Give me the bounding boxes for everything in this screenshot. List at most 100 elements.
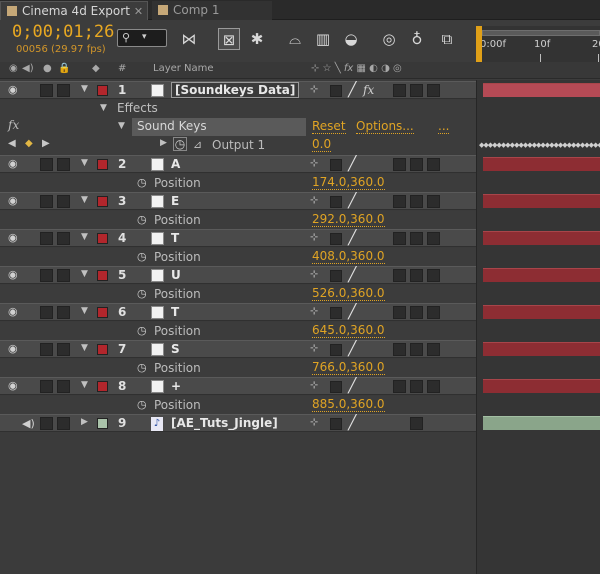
output-1-row[interactable]: ◀ ◆ ▶ ▶ ◷ ⊿ Output 1 0.0 [0, 136, 476, 154]
3d-switch[interactable] [427, 343, 440, 356]
position-value[interactable]: 645.0,360.0 [312, 324, 385, 338]
current-timecode[interactable]: 0;00;01;26 [12, 22, 114, 42]
lock-switch[interactable] [57, 343, 70, 356]
collapse-switch[interactable] [330, 381, 342, 393]
playhead[interactable] [476, 26, 482, 62]
collapse-switch[interactable] [330, 307, 342, 319]
collapse-switch[interactable] [330, 85, 342, 97]
position-value[interactable]: 408.0,360.0 [312, 250, 385, 264]
motion-blur-switch[interactable] [393, 232, 406, 245]
tab-comp-1[interactable]: Comp 1 [152, 1, 272, 20]
layer-duration-bar[interactable] [483, 342, 600, 356]
layer-row-4[interactable]: ◉ ▼ 4 T ⊹ ╱ [0, 229, 476, 247]
layer-row-1[interactable]: ◉ ▼ 1 [Soundkeys Data] ⊹ ╱ fx [0, 81, 476, 99]
layer-duration-bar[interactable] [483, 157, 600, 171]
layer-row-3[interactable]: ◉ ▼ 3 E ⊹ ╱ [0, 192, 476, 210]
layer-duration-bar[interactable] [483, 83, 600, 97]
layer-name[interactable]: + [171, 379, 181, 393]
label-color[interactable] [97, 159, 108, 170]
twirl-down-icon[interactable]: ▼ [81, 158, 88, 168]
solo-switch[interactable] [40, 158, 53, 171]
layer-name[interactable]: [Soundkeys Data] [171, 82, 300, 98]
motion-blur-switch[interactable] [393, 343, 406, 356]
label-color[interactable] [97, 307, 108, 318]
search-input[interactable] [152, 31, 164, 45]
work-area-bar[interactable] [482, 30, 600, 36]
twirl-down-icon[interactable]: ▼ [81, 84, 88, 94]
close-icon[interactable]: ✕ [134, 5, 143, 18]
shy-icon[interactable]: ⊹ [310, 84, 318, 95]
twirl-down-icon[interactable]: ▼ [81, 269, 88, 279]
3d-switch[interactable] [427, 269, 440, 282]
layer-row-5[interactable]: ◉ ▼ 5 U ⊹ ╱ [0, 266, 476, 284]
solo-switch[interactable] [40, 232, 53, 245]
position-row-8[interactable]: ◷ Position 885.0,360.0 [0, 396, 476, 414]
layer-name-column[interactable]: Layer Name [153, 63, 214, 74]
lock-switch[interactable] [57, 380, 70, 393]
effect-fx-icon[interactable]: fx [8, 118, 19, 132]
effects-group-row[interactable]: ▼ Effects [0, 100, 476, 118]
next-keyframe-icon[interactable]: ▶ [42, 138, 50, 149]
layer-name[interactable]: E [171, 194, 179, 208]
keyframe-diamonds[interactable]: ◆◆◆◆◆◆◆◆◆◆◆◆◆◆◆◆◆◆◆◆◆◆◆◆◆◆◆◆◆◆◆◆◆◆ [479, 141, 600, 149]
eye-icon[interactable]: ◉ [8, 306, 22, 318]
layer-row-6[interactable]: ◉ ▼ 6 T ⊹ ╱ [0, 303, 476, 321]
solo-switch[interactable] [40, 380, 53, 393]
graph-editor-icon[interactable]: ⧉ [436, 28, 458, 50]
position-value[interactable]: 174.0,360.0 [312, 176, 385, 190]
label-color[interactable] [97, 381, 108, 392]
motion-blur-switch[interactable] [393, 158, 406, 171]
label-color[interactable] [97, 196, 108, 207]
layer-row-8[interactable]: ◉ ▼ 8 + ⊹ ╱ [0, 377, 476, 395]
position-row-2[interactable]: ◷ Position 174.0,360.0 [0, 174, 476, 192]
3d-switch[interactable] [427, 232, 440, 245]
layer-duration-bar[interactable] [483, 268, 600, 282]
adjustment-switch[interactable] [410, 306, 423, 319]
label-color[interactable] [97, 85, 108, 96]
graph-icon[interactable]: ⊿ [193, 138, 202, 151]
adjustment-switch[interactable] [410, 158, 423, 171]
twirl-right-icon[interactable]: ▶ [81, 417, 88, 427]
3d-switch[interactable] [427, 158, 440, 171]
position-row-5[interactable]: ◷ Position 526.0,360.0 [0, 285, 476, 303]
stopwatch-icon[interactable]: ◷ [137, 361, 147, 374]
twirl-down-icon[interactable]: ▼ [118, 121, 125, 131]
quality-icon[interactable]: ╱ [348, 304, 356, 320]
motion-blur-icon[interactable]: ◒ [340, 28, 362, 50]
adjustment-switch[interactable] [410, 232, 423, 245]
position-value[interactable]: 766.0,360.0 [312, 361, 385, 375]
lock-switch[interactable] [57, 195, 70, 208]
quality-icon[interactable]: ╱ [348, 230, 356, 246]
eye-icon[interactable]: ◉ [8, 84, 22, 96]
quality-icon[interactable]: ╱ [348, 415, 356, 431]
layer-name[interactable]: S [171, 342, 180, 356]
audio-duration-bar[interactable] [483, 416, 600, 430]
search-box[interactable]: ⚲ ▾ [117, 29, 167, 47]
collapse-switch[interactable] [330, 344, 342, 356]
more-link[interactable]: ... [438, 119, 450, 134]
label-color[interactable] [97, 344, 108, 355]
solo-switch[interactable] [40, 84, 53, 97]
lock-switch[interactable] [57, 158, 70, 171]
quality-icon[interactable]: ╱ [348, 267, 356, 283]
comp-mini-flowchart-icon[interactable]: ⋈ [178, 28, 200, 50]
layer-name[interactable]: T [171, 231, 179, 245]
lock-switch[interactable] [57, 269, 70, 282]
lock-switch[interactable] [57, 84, 70, 97]
motion-blur-switch[interactable] [393, 269, 406, 282]
position-row-7[interactable]: ◷ Position 766.0,360.0 [0, 359, 476, 377]
shy-icon[interactable]: ⊹ [310, 195, 318, 206]
brainstorm-icon[interactable]: ◎ [378, 28, 400, 50]
layer-duration-bar[interactable] [483, 231, 600, 245]
effect-name[interactable]: Sound Keys [137, 119, 207, 133]
effect-row-sound-keys[interactable]: fx ▼ Sound Keys Reset Options... ... [0, 118, 476, 136]
layer-duration-bar[interactable] [483, 194, 600, 208]
shy-icon[interactable]: ⊹ [310, 232, 318, 243]
layer-name[interactable]: U [171, 268, 181, 282]
eye-icon[interactable]: ◉ [8, 195, 22, 207]
quality-icon[interactable]: ╱ [348, 82, 356, 98]
layer-name[interactable]: A [171, 157, 180, 171]
position-row-6[interactable]: ◷ Position 645.0,360.0 [0, 322, 476, 340]
collapse-switch[interactable] [330, 196, 342, 208]
position-value[interactable]: 292.0,360.0 [312, 213, 385, 227]
